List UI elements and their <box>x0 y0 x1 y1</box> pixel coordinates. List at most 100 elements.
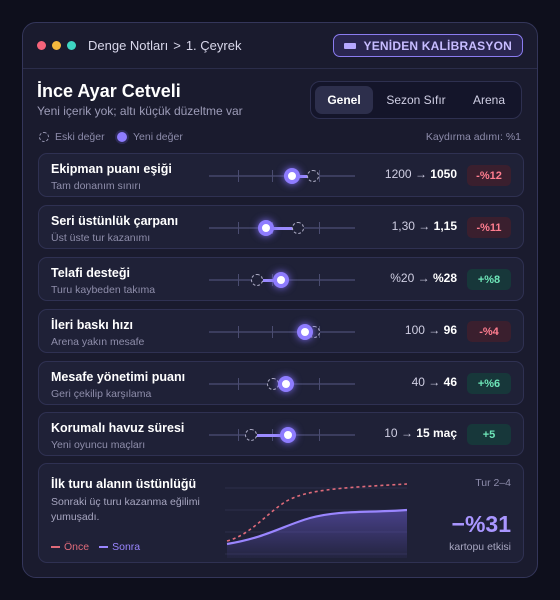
value-change: 10 → 15 maç <box>384 426 457 440</box>
row-description: Tam donanım sınırı <box>51 180 141 192</box>
value-change: 1200 → 1050 <box>385 167 457 181</box>
old-value: 1200 <box>384 167 412 181</box>
close-dot[interactable] <box>37 41 46 50</box>
slider-handle[interactable] <box>257 220 274 236</box>
slider-tick <box>238 326 240 338</box>
slider-track <box>209 175 355 177</box>
delta-badge: +%8 <box>467 269 511 290</box>
new-value-marker-icon <box>117 132 127 142</box>
recalibrate-button[interactable]: YENİDEN KALİBRASYON <box>332 34 523 57</box>
tuning-row: Telafi desteği Turu kaybeden takıma %20 → … <box>38 257 524 301</box>
old-value-marker <box>292 222 305 234</box>
row-name: Seri üstünlük çarpanı <box>51 214 179 228</box>
slider-tick <box>318 274 320 286</box>
slider-tick <box>238 222 240 234</box>
value-slider[interactable] <box>209 165 355 187</box>
summary-text: Sonraki üç turu kazanma eğilimi yumuşadı… <box>51 496 200 523</box>
row-name: Korumalı havuz süresi <box>51 421 185 435</box>
title-bar: Denge Notları > 1. Çeyrek YENİDEN KALİBR… <box>23 23 537 69</box>
row-name: Ekipman puanı eşiği <box>51 162 172 176</box>
tuning-row: Mesafe yönetimi puanı Geri çekilip karşıl… <box>38 361 524 405</box>
tuning-window: Denge Notları > 1. Çeyrek YENİDEN KALİBR… <box>22 22 538 578</box>
breadcrumb-separator: > <box>173 38 181 53</box>
tuning-row: İleri baskı hızı Arena yakın mesafe 100 → … <box>38 309 524 353</box>
delta-badge: +5 <box>467 424 511 445</box>
old-value-marker-icon <box>39 132 49 142</box>
legend-before-label: Önce <box>64 541 90 553</box>
page-title: İnce Ayar Cetveli <box>37 81 181 101</box>
delta-badge: -%11 <box>467 217 511 238</box>
row-description: Arena yakın mesafe <box>51 336 145 348</box>
summary-title: İlk turu alanın üstünlüğü <box>51 477 197 491</box>
new-value: 1,15 <box>433 219 457 233</box>
old-value: 100 <box>404 323 425 337</box>
slider-handle[interactable] <box>278 376 295 392</box>
old-value: 40 <box>411 375 425 389</box>
legend-after: Sonra <box>99 541 140 553</box>
snowball-curve-chart <box>225 483 407 558</box>
value-change: %20 → %28 <box>390 271 457 285</box>
row-description: Yeni oyuncu maçları <box>51 439 146 451</box>
value-legend: Eski değer Yeni değer Kaydırma adımı: %1 <box>39 131 521 145</box>
window-controls <box>37 41 76 50</box>
slider-tick <box>238 429 240 441</box>
arrow: → <box>414 167 427 181</box>
value-slider[interactable] <box>209 424 355 446</box>
old-value: %20 <box>390 271 415 285</box>
tab-sezon-sifir[interactable]: Sezon Sıfır <box>375 86 457 114</box>
value-slider[interactable] <box>209 217 355 239</box>
old-value: 10 <box>384 426 398 440</box>
arrow: → <box>417 271 430 285</box>
tuning-row: Korumalı havuz süresi Yeni oyuncu maçları… <box>38 412 524 456</box>
slider-handle[interactable] <box>284 168 301 184</box>
recalibrate-label: YENİDEN KALİBRASYON <box>363 38 512 53</box>
snowball-summary-card: İlk turu alanın üstünlüğü Sonraki üç tur… <box>38 463 524 563</box>
legend-new-label: Yeni değer <box>133 131 183 143</box>
breadcrumb-current: 1. Çeyrek <box>185 38 242 53</box>
row-description: Turu kaybeden takıma <box>51 284 156 296</box>
value-change: 100 → 96 <box>405 323 457 337</box>
row-description: Üst üste tur kazanımı <box>51 232 151 244</box>
slider-handle[interactable] <box>279 427 296 443</box>
new-value: 1050 <box>430 167 457 181</box>
slider-tick <box>318 429 320 441</box>
tab-arena[interactable]: Arena <box>459 86 519 114</box>
after-line-icon <box>99 546 109 548</box>
value-slider[interactable] <box>209 269 355 291</box>
tuning-row: Seri üstünlük çarpanı Üst üste tur kazanı… <box>38 205 524 249</box>
slider-handle[interactable] <box>272 272 289 288</box>
slider-tick <box>271 326 273 338</box>
arrow: → <box>418 219 431 233</box>
old-value: 1,30 <box>391 219 415 233</box>
legend-old: Eski değer <box>39 131 105 143</box>
slider-track <box>209 331 355 333</box>
tuning-row: Ekipman puanı eşiği Tam donanım sınırı 120… <box>38 153 524 197</box>
summary-value: −%31 <box>451 511 511 537</box>
delta-badge: -%12 <box>467 165 511 186</box>
row-name: İleri baskı hızı <box>51 318 133 332</box>
slider-tick <box>238 170 240 182</box>
value-slider[interactable] <box>209 321 355 343</box>
arrow: → <box>400 426 413 440</box>
minimize-dot[interactable] <box>52 41 61 50</box>
value-slider[interactable] <box>209 373 355 395</box>
new-value: 15 maç <box>416 426 457 440</box>
delta-badge: -%4 <box>467 321 511 342</box>
step-note: Kaydırma adımı: %1 <box>425 131 521 143</box>
breadcrumb-root[interactable]: Denge Notları <box>88 38 168 53</box>
slider-tick <box>238 378 240 390</box>
slider-tick <box>271 170 273 182</box>
legend-new: Yeni değer <box>117 131 183 143</box>
legend-after-label: Sonra <box>112 541 141 553</box>
arrow: → <box>428 323 441 337</box>
old-value-marker <box>306 170 319 182</box>
before-line-icon <box>51 546 60 548</box>
page-subtitle: Yeni içerik yok; altı küçük düzeltme var <box>37 104 243 118</box>
slider-tick <box>318 378 320 390</box>
arrow: → <box>428 375 441 389</box>
slider-tick <box>318 222 320 234</box>
legend-old-label: Eski değer <box>55 131 105 143</box>
slider-tick <box>238 274 240 286</box>
maximize-dot[interactable] <box>67 41 76 50</box>
tab-genel[interactable]: Genel <box>315 86 373 114</box>
